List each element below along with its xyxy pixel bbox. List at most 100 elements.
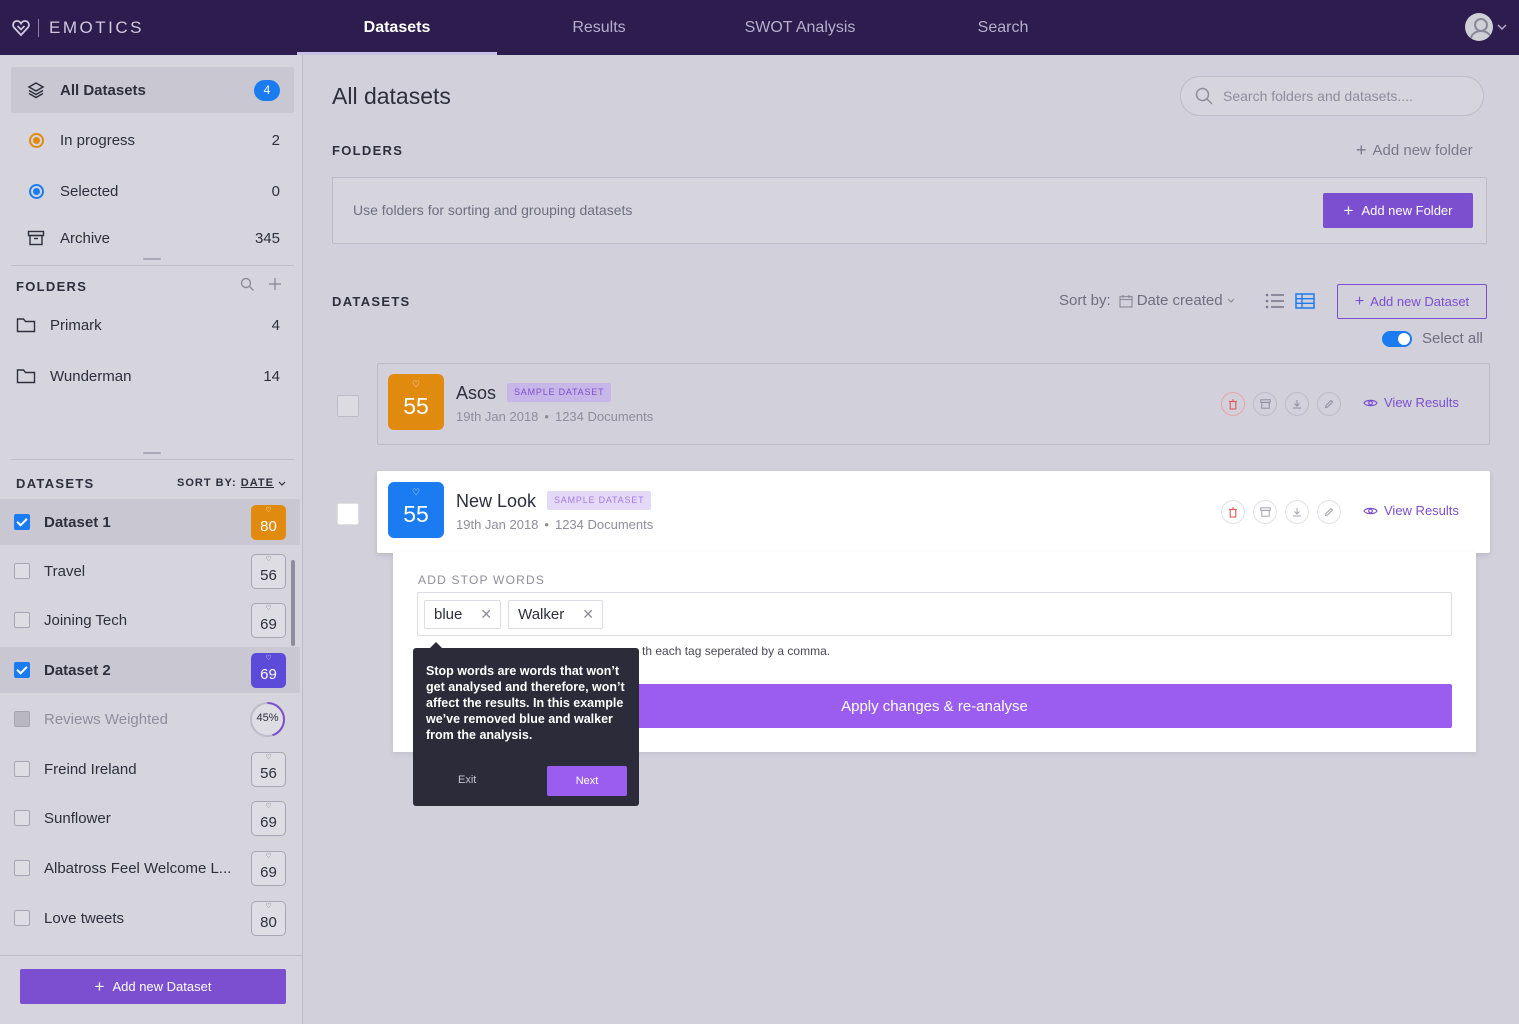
archive-button[interactable] (1253, 392, 1277, 416)
sidebar-folder-primark[interactable]: Primark 4 (16, 310, 280, 340)
sample-dataset-tag: SAMPLE DATASET (547, 491, 652, 510)
dataset-checkbox[interactable] (14, 514, 30, 530)
sidebar-dataset-reviews-weighted[interactable]: Reviews Weighted 45% (0, 696, 300, 742)
brand-logo[interactable]: EMOTICS (12, 14, 144, 42)
layers-icon (27, 81, 45, 99)
link-label: Add new folder (1372, 141, 1473, 159)
grid-view-icon[interactable] (1295, 293, 1315, 309)
add-folder-button[interactable]: + Add new Folder (1323, 193, 1473, 228)
search-input[interactable] (1223, 88, 1463, 104)
tooltip-exit-button[interactable]: Exit (458, 774, 476, 786)
sort-label: Sort by: (1059, 292, 1111, 309)
divider (11, 265, 294, 266)
heart-logo-icon (12, 20, 30, 37)
stop-words-input[interactable]: blue ✕ Walker ✕ (417, 592, 1452, 636)
dataset-label: Travel (44, 562, 86, 580)
download-button[interactable] (1285, 392, 1309, 416)
dataset-meta: 19th Jan 2018 • 1234 Documents (456, 517, 654, 532)
page-title: All datasets (332, 83, 451, 109)
folders-heading: FOLDERS (16, 279, 88, 294)
sidebar-folder-wunderman[interactable]: Wunderman 14 (16, 361, 280, 391)
sidebar-dataset-love-tweets[interactable]: Love tweets 80 (0, 886, 300, 941)
eye-icon (1363, 507, 1378, 514)
tab-datasets[interactable]: Datasets (297, 0, 497, 55)
dataset-date: 19th Jan 2018 (456, 517, 539, 532)
dataset-checkbox[interactable] (14, 711, 30, 727)
remove-chip-icon[interactable]: ✕ (582, 606, 594, 623)
dataset-checkbox[interactable] (14, 612, 30, 628)
user-menu[interactable] (1465, 13, 1507, 41)
sort-dropdown[interactable]: Date created (1119, 292, 1235, 309)
sort-control[interactable]: Sort by: Date created (1059, 292, 1235, 309)
folder-icon (16, 369, 36, 384)
onboarding-tooltip: Stop words are words that won’t get anal… (413, 642, 639, 806)
view-results-link[interactable]: View Results (1363, 503, 1459, 518)
tab-swot-analysis[interactable]: SWOT Analysis (700, 0, 900, 55)
archive-button[interactable] (1253, 500, 1277, 524)
download-icon (1293, 400, 1301, 409)
add-folder-link[interactable]: + Add new folder (1356, 141, 1473, 159)
tooltip-text: Stop words are words that won’t get anal… (426, 664, 625, 742)
resize-handle[interactable] (143, 258, 161, 260)
resize-handle[interactable] (143, 452, 161, 454)
remove-chip-icon[interactable]: ✕ (480, 606, 492, 623)
tooltip-next-button[interactable]: Next (547, 766, 627, 796)
pencil-icon (1324, 399, 1334, 409)
plus-icon[interactable] (268, 277, 282, 291)
download-icon (1293, 508, 1301, 517)
search-box[interactable] (1180, 76, 1484, 116)
dataset-card-asos[interactable]: 55 Asos SAMPLE DATASET 19th Jan 2018•123… (377, 352, 1490, 445)
tab-results[interactable]: Results (499, 0, 699, 55)
search-icon[interactable] (240, 277, 255, 292)
delete-button[interactable] (1221, 392, 1245, 416)
delete-button[interactable] (1221, 500, 1245, 524)
dataset-row-checkbox[interactable] (337, 503, 359, 525)
select-all-control[interactable]: Select all (1382, 330, 1483, 347)
sidebar-dataset-dataset-2[interactable]: Dataset 2 69 (0, 638, 300, 693)
stop-word-chip: blue ✕ (424, 599, 502, 629)
sidebar-dataset-sunflower[interactable]: Sunflower 69 (0, 786, 300, 841)
view-results-link[interactable]: View Results (1363, 395, 1459, 410)
dataset-score: 69 (251, 786, 286, 836)
edit-button[interactable] (1317, 500, 1341, 524)
folders-empty-state: Use folders for sorting and grouping dat… (332, 177, 1487, 244)
sidebar-item-archive[interactable]: Archive 345 (11, 215, 294, 261)
dataset-card-new-look[interactable]: 55 New Look SAMPLE DATASET 19th Jan 2018… (377, 460, 1490, 553)
dataset-checkbox[interactable] (14, 563, 30, 579)
select-all-label: Select all (1422, 330, 1483, 347)
tab-search[interactable]: Search (903, 0, 1103, 55)
sidebar-item-all-datasets[interactable]: All Datasets 4 (11, 67, 294, 113)
folders-hint: Use folders for sorting and grouping dat… (353, 202, 633, 218)
dataset-row-checkbox[interactable] (337, 395, 359, 417)
plus-icon: + (1343, 201, 1354, 220)
chip-label: Walker (518, 605, 565, 623)
progress-ring: 45% (249, 701, 286, 738)
sidebar-dataset-albatross[interactable]: Albatross Feel Welcome L... 69 (0, 836, 300, 891)
sidebar-item-selected[interactable]: Selected 0 (11, 168, 294, 214)
list-view-icon[interactable] (1265, 293, 1285, 309)
dataset-checkbox[interactable] (14, 910, 30, 926)
add-dataset-button[interactable]: + Add new Dataset (1337, 284, 1487, 319)
brand-name: EMOTICS (49, 18, 144, 37)
sidebar-scrollbar[interactable] (291, 560, 295, 646)
dataset-docs: 1234 Documents (554, 409, 654, 424)
dataset-checkbox[interactable] (14, 761, 30, 777)
sidebar-item-label: In progress (60, 131, 136, 149)
pencil-icon (1324, 507, 1334, 517)
sidebar-dataset-joining-tech[interactable]: Joining Tech 69 (0, 588, 300, 643)
edit-button[interactable] (1317, 392, 1341, 416)
sidebar-item-in-progress[interactable]: In progress 2 (11, 117, 294, 163)
dataset-checkbox[interactable] (14, 860, 30, 876)
plus-icon: + (1354, 292, 1365, 310)
dataset-checkbox[interactable] (14, 662, 30, 678)
dataset-checkbox[interactable] (14, 810, 30, 826)
sidebar-add-dataset-button[interactable]: + Add new Dataset (20, 969, 286, 1004)
select-all-toggle[interactable] (1382, 330, 1412, 347)
download-button[interactable] (1285, 500, 1309, 524)
dataset-score-badge: 55 (388, 460, 444, 538)
stop-words-hint: th each tag seperated by a comma. (642, 644, 831, 658)
sidebar-item-label: All Datasets (60, 81, 146, 99)
count-badge: 4 (254, 79, 280, 101)
folders-section-label: FOLDERS (332, 143, 404, 158)
sort-by-dropdown[interactable]: SORT BY: DATE (177, 477, 286, 489)
